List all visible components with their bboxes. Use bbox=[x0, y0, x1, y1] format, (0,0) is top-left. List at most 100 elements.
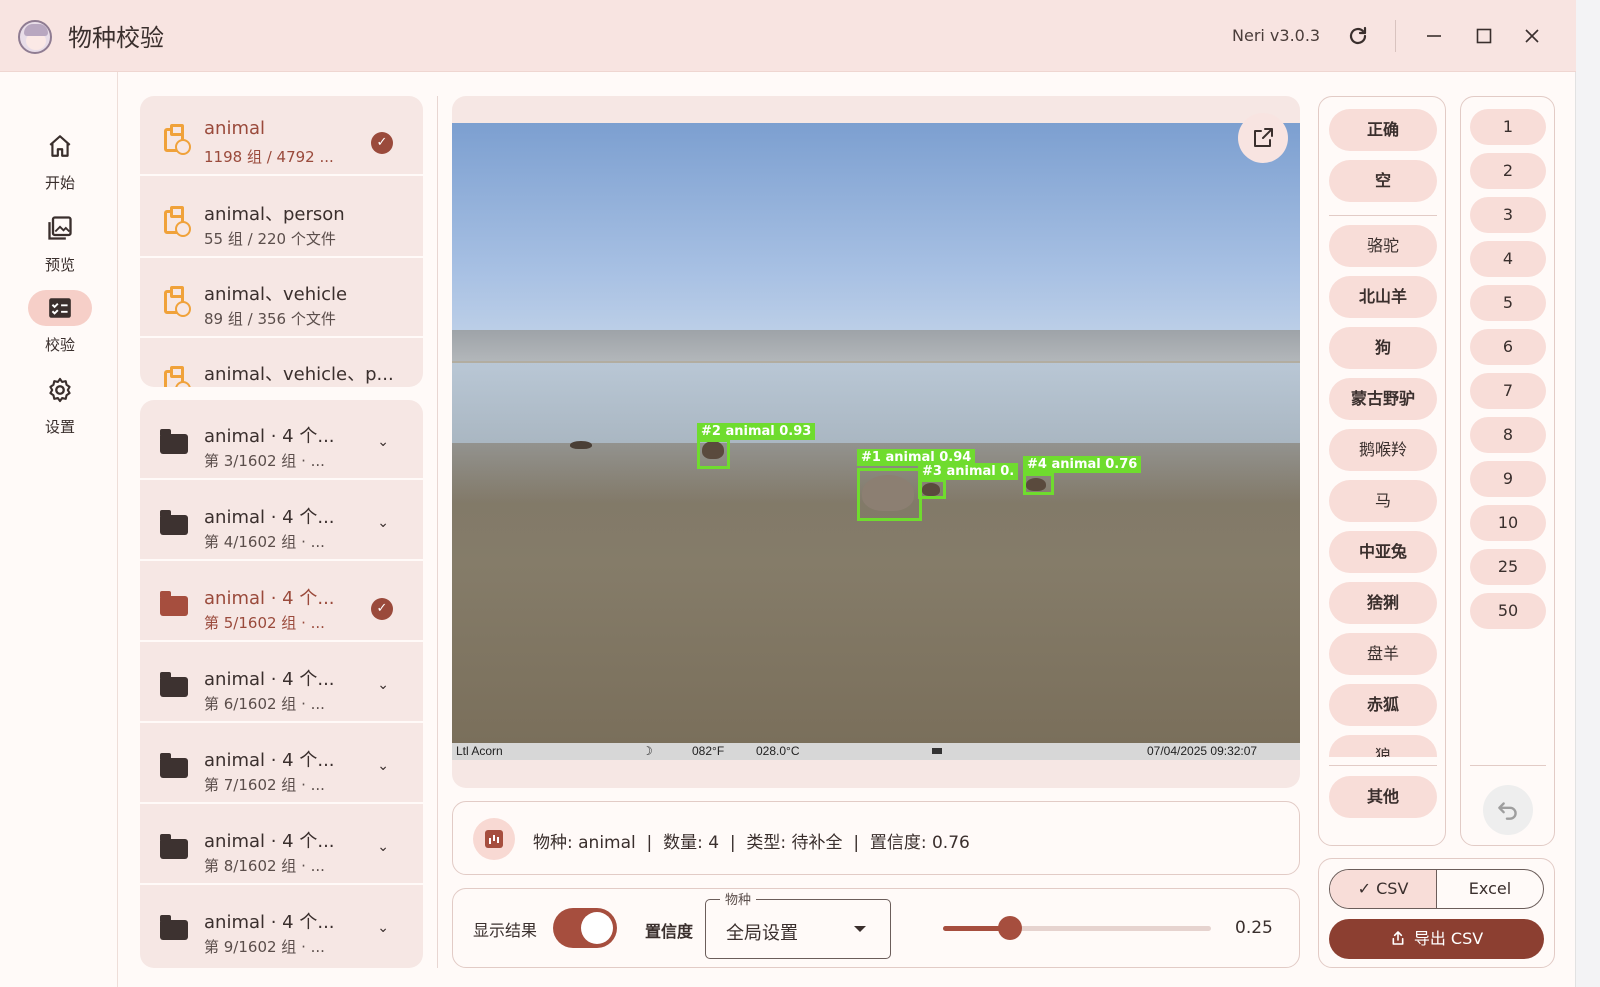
chevron-down-icon[interactable]: ⌄ bbox=[377, 839, 389, 855]
titlebar-divider bbox=[1395, 20, 1396, 52]
species-button[interactable]: 中亚兔 bbox=[1329, 531, 1437, 573]
species-button[interactable]: 鹅喉羚 bbox=[1329, 429, 1437, 471]
excel-option[interactable]: Excel bbox=[1437, 870, 1543, 908]
summary-text: 物种: animal | 数量: 4 | 类型: 待补全 | 置信度: 0.76 bbox=[533, 833, 970, 853]
export-button[interactable]: 导出 CSV bbox=[1329, 919, 1544, 959]
count-button[interactable]: 5 bbox=[1470, 285, 1546, 321]
panel-divider bbox=[437, 96, 438, 968]
group-sub: 第 3/1602 组 · ... bbox=[204, 452, 325, 470]
count-button[interactable]: 3 bbox=[1470, 197, 1546, 233]
group-sub: 第 6/1602 组 · ... bbox=[204, 695, 325, 713]
count-button[interactable]: 10 bbox=[1470, 505, 1546, 541]
chart-icon bbox=[473, 818, 515, 860]
category-title: animal、vehicle、p... bbox=[204, 364, 394, 385]
group-item[interactable]: animal · 4 个... 第 5/1602 组 · ... ✓ bbox=[140, 562, 423, 642]
folder-icon bbox=[160, 915, 188, 940]
category-item[interactable]: animal、person 55 组 / 220 个文件 bbox=[140, 178, 423, 258]
group-title: animal · 4 个... bbox=[204, 426, 335, 447]
nav-label: 开始 bbox=[44, 174, 75, 192]
confidence-slider[interactable] bbox=[943, 916, 1211, 940]
species-button[interactable]: 狼 bbox=[1329, 735, 1437, 757]
chevron-down-icon[interactable]: ⌄ bbox=[377, 758, 389, 774]
group-sub: 第 9/1602 组 · ... bbox=[204, 938, 325, 956]
category-item[interactable]: animal 1198 组 / 4792 ... ✓ bbox=[140, 96, 423, 176]
group-title: animal · 4 个... bbox=[204, 912, 335, 933]
detection-label: #4 animal 0.76 bbox=[1023, 456, 1142, 473]
minimize-icon[interactable] bbox=[1418, 20, 1450, 52]
species-button[interactable]: 蒙古野驴 bbox=[1329, 378, 1437, 420]
folder-icon bbox=[160, 753, 188, 778]
species-button[interactable]: 骆驼 bbox=[1329, 225, 1437, 267]
other-button[interactable]: 其他 bbox=[1329, 776, 1437, 818]
nav-item-settings[interactable]: 设置 bbox=[24, 372, 96, 444]
group-item[interactable]: animal · 4 个... 第 7/1602 组 · ... ⌄ bbox=[140, 724, 423, 804]
group-item[interactable]: animal · 4 个... 第 8/1602 组 · ... ⌄ bbox=[140, 805, 423, 885]
count-button[interactable]: 4 bbox=[1470, 241, 1546, 277]
empty-button[interactable]: 空 bbox=[1329, 160, 1437, 202]
app-window: 物种校验 Neri v3.0.3 开始 预览 校验 设置 animal 1198… bbox=[0, 0, 1576, 987]
group-item[interactable]: animal · 4 个... 第 9/1602 组 · ... ⌄ bbox=[140, 886, 423, 966]
camera-trap-photo[interactable]: #2 animal 0.93 #1 animal 0.94 #3 animal … bbox=[452, 123, 1300, 760]
count-divider bbox=[1470, 765, 1546, 766]
count-button[interactable]: 50 bbox=[1470, 593, 1546, 629]
detection-label: #3 animal 0. bbox=[918, 463, 1019, 480]
slider-thumb[interactable] bbox=[998, 916, 1022, 940]
detection-box[interactable] bbox=[918, 479, 946, 499]
confidence-label: 置信度 bbox=[645, 922, 694, 941]
nav-item-verify[interactable]: 校验 bbox=[24, 290, 96, 362]
category-count: 89 组 / 356 个文件 bbox=[204, 310, 336, 328]
camera-info-bar: Ltl Acorn ☽ 082°F 028.0°C 07/04/2025 09:… bbox=[452, 743, 1300, 760]
share-icon bbox=[1392, 931, 1404, 945]
maximize-icon[interactable] bbox=[1468, 20, 1500, 52]
species-button[interactable]: 马 bbox=[1329, 480, 1437, 522]
species-button[interactable]: 北山羊 bbox=[1329, 276, 1437, 318]
nav-item-preview[interactable]: 预览 bbox=[24, 210, 96, 282]
group-title: animal · 4 个... bbox=[204, 669, 335, 690]
count-button[interactable]: 2 bbox=[1470, 153, 1546, 189]
refresh-icon[interactable] bbox=[1342, 20, 1374, 52]
species-select[interactable]: 物种 全局设置 bbox=[705, 889, 891, 959]
chevron-down-icon[interactable]: ⌄ bbox=[377, 920, 389, 936]
count-button[interactable]: 25 bbox=[1470, 549, 1546, 585]
group-sub: 第 4/1602 组 · ... bbox=[204, 533, 325, 551]
nav-item-start[interactable]: 开始 bbox=[24, 128, 96, 200]
chevron-down-icon[interactable]: ⌄ bbox=[377, 515, 389, 531]
species-button[interactable]: 猞猁 bbox=[1329, 582, 1437, 624]
show-results-toggle[interactable] bbox=[553, 908, 617, 948]
group-item[interactable]: animal · 4 个... 第 3/1602 组 · ... ⌄ bbox=[140, 400, 423, 480]
camera-datetime: 07/04/2025 09:32:07 bbox=[1147, 744, 1258, 758]
app-logo bbox=[18, 20, 52, 54]
export-button-label: 导出 CSV bbox=[1413, 929, 1484, 948]
detection-box[interactable] bbox=[1023, 473, 1054, 495]
category-item[interactable]: animal、vehicle、p... bbox=[140, 338, 423, 387]
undo-button[interactable] bbox=[1483, 785, 1533, 835]
group-list: animal · 4 个... 第 3/1602 组 · ... ⌄ anima… bbox=[140, 400, 423, 968]
species-button[interactable]: 赤狐 bbox=[1329, 684, 1437, 726]
open-external-button[interactable] bbox=[1238, 113, 1288, 163]
detection-box[interactable] bbox=[857, 468, 922, 521]
species-button[interactable]: 狗 bbox=[1329, 327, 1437, 369]
gallery-icon bbox=[28, 210, 92, 246]
species-button[interactable]: 盘羊 bbox=[1329, 633, 1437, 675]
csv-option[interactable]: ✓ CSV bbox=[1330, 870, 1437, 908]
chevron-down-icon[interactable]: ⌄ bbox=[377, 677, 389, 693]
export-panel: ✓ CSV Excel 导出 CSV bbox=[1318, 858, 1555, 968]
count-button[interactable]: 8 bbox=[1470, 417, 1546, 453]
count-button[interactable]: 1 bbox=[1470, 109, 1546, 145]
correct-button[interactable]: 正确 bbox=[1329, 109, 1437, 151]
count-button[interactable]: 9 bbox=[1470, 461, 1546, 497]
count-button[interactable]: 7 bbox=[1470, 373, 1546, 409]
group-sub: 第 5/1602 组 · ... bbox=[204, 614, 325, 632]
chevron-down-icon[interactable]: ⌄ bbox=[377, 434, 389, 450]
close-icon[interactable] bbox=[1516, 20, 1548, 52]
check-icon: ✓ bbox=[371, 132, 393, 154]
count-panel: 1 2 3 4 5 6 7 8 9 10 25 50 bbox=[1460, 96, 1555, 846]
count-button[interactable]: 6 bbox=[1470, 329, 1546, 365]
detection-box[interactable] bbox=[697, 439, 730, 469]
group-item[interactable]: animal · 4 个... 第 6/1602 组 · ... ⌄ bbox=[140, 643, 423, 723]
camera-temp-f: 082°F bbox=[692, 744, 725, 758]
category-list: animal 1198 组 / 4792 ... ✓ animal、person… bbox=[140, 96, 423, 387]
open-external-icon bbox=[1254, 128, 1273, 147]
group-item[interactable]: animal · 4 个... 第 4/1602 组 · ... ⌄ bbox=[140, 481, 423, 561]
category-item[interactable]: animal、vehicle 89 组 / 356 个文件 bbox=[140, 258, 423, 338]
